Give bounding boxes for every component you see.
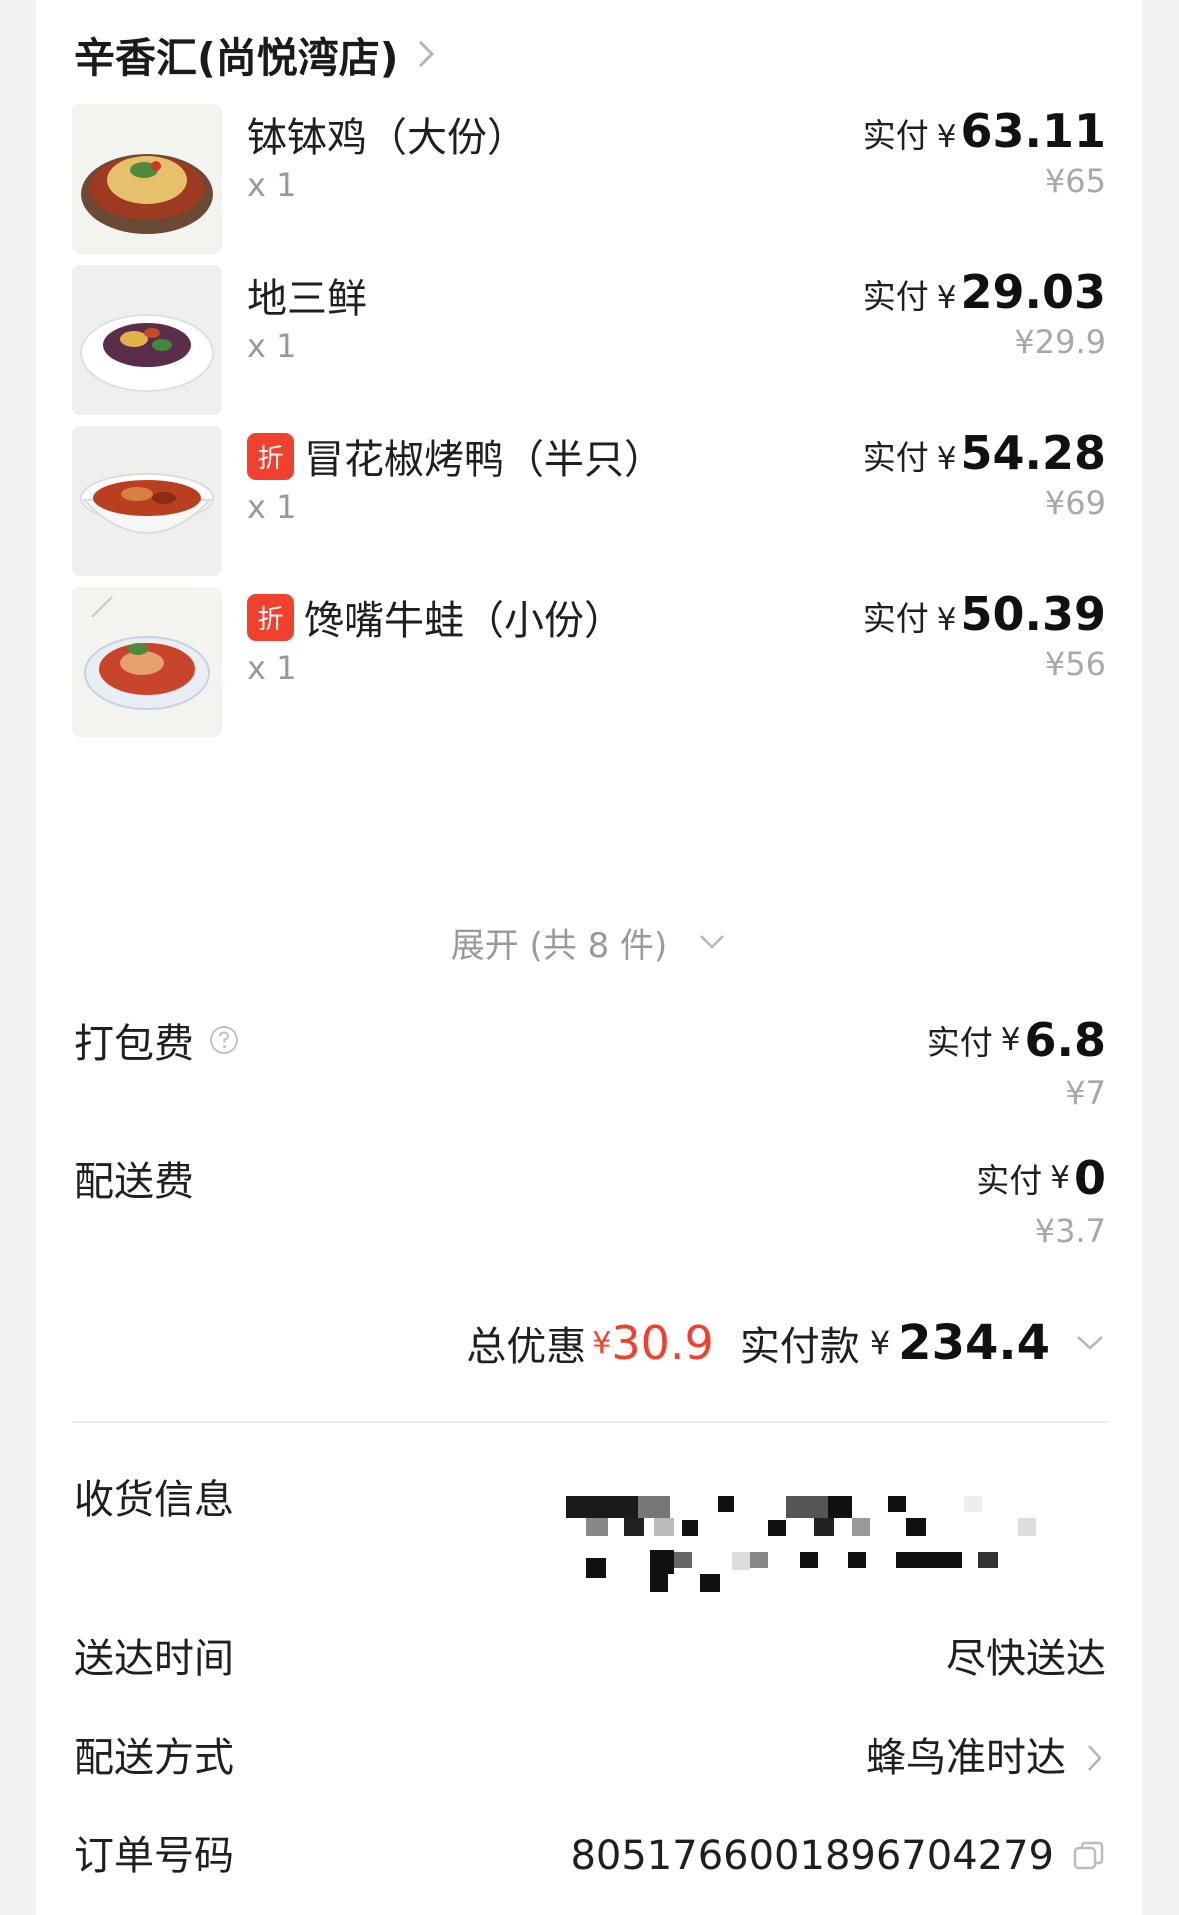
item-price: 实付 ¥ 63.11 ¥65 [863,104,1106,200]
dish-thumbnail [72,587,222,737]
paid-amount: 6.8 [1024,1013,1107,1067]
store-header[interactable]: 辛香汇(尚悦湾店) [74,22,440,86]
currency-symbol: ¥ [936,441,957,477]
item-name: 折 冒花椒烤鸭（半只） [247,428,664,484]
paid-label: 实付 [976,1161,1043,1200]
paid-label: 实付 [862,116,929,155]
paid-amount: 0 [1073,1151,1106,1205]
order-total-summary[interactable]: 总优惠 ¥ 30.9 实付款 ¥ 234.4 [466,1310,1106,1376]
fee-label: 打包费 [74,1021,194,1067]
order-number-row: 订单号码 8051766001896704279 [74,1824,1106,1888]
fee-price: 实付 ¥ 6.8 ¥7 [927,1010,1106,1112]
paid-amount: 50.39 [960,587,1106,641]
expand-items-button[interactable]: 展开 (共 8 件) [36,912,1142,972]
discount-badge: 折 [247,432,294,480]
original-price: ¥69 [1044,484,1106,522]
address-row[interactable]: 收货信息 [74,1468,1106,1618]
dish-thumbnail [72,426,222,576]
paid-total-value: 234.4 [898,1315,1050,1371]
dish-thumbnail [72,265,222,415]
delivery-time-value: 尽快送达 [946,1636,1106,1682]
delivery-fee-row: 配送费 实付 ¥ 0 ¥3.7 [74,1148,1106,1268]
total-discount-label: 总优惠 [466,1324,587,1370]
item-price: 实付 ¥ 54.28 ¥69 [863,426,1106,522]
chevron-down-icon [1077,1336,1103,1350]
currency-symbol: ¥ [936,602,957,638]
order-item[interactable]: 钵钵鸡（大份） x 1 实付 ¥ 63.11 ¥65 [72,104,1106,254]
expand-label: 展开 (共 8 件) [450,925,668,966]
item-name: 折 馋嘴牛蛙（小份） [247,589,624,645]
currency-symbol: ¥ [1000,1022,1021,1058]
item-name: 地三鲜 [247,276,367,322]
store-name: 辛香汇(尚悦湾店) [74,34,399,82]
delivery-time-label: 送达时间 [74,1636,234,1682]
paid-amount: 29.03 [960,265,1106,319]
paid-label: 实付 [926,1023,993,1062]
paid-label: 实付 [862,599,929,638]
paid-label: 实付 [862,438,929,477]
item-quantity: x 1 [247,488,297,526]
currency-symbol: ¥ [869,1324,891,1362]
paid-total-label: 实付款 [739,1324,860,1370]
total-discount-value: 30.9 [611,1316,714,1370]
chevron-right-icon [419,40,435,68]
item-price: 实付 ¥ 50.39 ¥56 [863,587,1106,683]
item-name: 钵钵鸡（大份） [247,115,527,161]
item-quantity: x 1 [247,649,297,687]
address-label: 收货信息 [74,1477,234,1523]
copy-icon[interactable] [1072,1839,1106,1873]
dish-thumbnail [72,104,222,254]
question-circle-icon[interactable] [208,1024,240,1056]
original-price: ¥7 [1065,1074,1106,1112]
delivery-time-row: 送达时间 尽快送达 [74,1627,1106,1691]
currency-symbol: ¥ [936,119,957,155]
item-quantity: x 1 [247,166,297,204]
order-number-value: 8051766001896704279 [570,1824,1106,1888]
delivery-method-value: 蜂鸟准时达 [866,1726,1106,1790]
delivery-method-label: 配送方式 [74,1735,234,1781]
order-item[interactable]: 地三鲜 x 1 实付 ¥ 29.03 ¥29.9 [72,265,1106,415]
fee-price: 实付 ¥ 0 ¥3.7 [976,1148,1106,1250]
paid-label: 实付 [862,277,929,316]
currency-symbol: ¥ [936,280,957,316]
paid-amount: 54.28 [960,426,1106,480]
order-number-label: 订单号码 [74,1833,234,1879]
paid-amount: 63.11 [960,104,1106,158]
section-divider [72,1421,1108,1423]
original-price: ¥29.9 [1014,323,1106,361]
order-item[interactable]: 折 冒花椒烤鸭（半只） x 1 实付 ¥ 54.28 ¥69 [72,426,1106,576]
original-price: ¥65 [1044,162,1106,200]
fee-label: 配送费 [74,1159,194,1205]
item-quantity: x 1 [247,327,297,365]
original-price: ¥56 [1044,645,1106,683]
chevron-down-icon [700,935,725,949]
delivery-method-row[interactable]: 配送方式 蜂鸟准时达 [74,1726,1106,1790]
currency-symbol: ¥ [1050,1160,1070,1196]
currency-symbol: ¥ [592,1325,612,1361]
order-item[interactable]: 折 馋嘴牛蛙（小份） x 1 实付 ¥ 50.39 ¥56 [72,587,1106,737]
packing-fee-row: 打包费 实付 ¥ 6.8 ¥7 [74,1010,1106,1130]
original-price: ¥3.7 [1034,1212,1106,1250]
discount-badge: 折 [247,593,294,641]
item-price: 实付 ¥ 29.03 ¥29.9 [863,265,1106,361]
redacted-address [546,1468,1106,1598]
chevron-right-icon [1088,1745,1102,1771]
